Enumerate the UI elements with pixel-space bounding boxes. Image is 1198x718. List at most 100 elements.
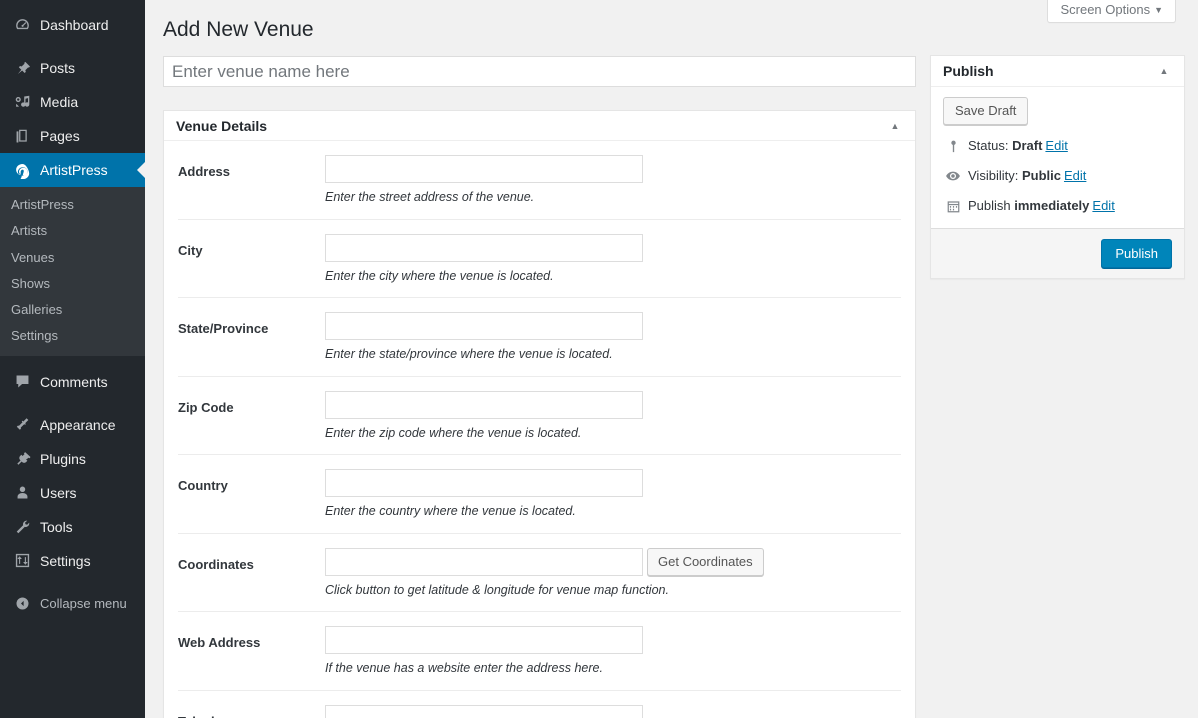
- publish-row-prefix-publish: Publish: [968, 198, 1015, 214]
- pin-icon: [10, 58, 34, 78]
- screen-options-button[interactable]: Screen Options ▼: [1047, 0, 1176, 23]
- field-row-address: Address Enter the street address of the v…: [178, 141, 901, 220]
- dashboard-icon: [10, 15, 34, 35]
- sidebar-item-label: Media: [40, 94, 79, 110]
- collapse-toggle-icon[interactable]: ▲: [1154, 64, 1174, 78]
- field-row-web-address: Web Address If the venue has a website en…: [178, 612, 901, 691]
- sidebar-item-plugins[interactable]: Plugins: [0, 442, 145, 476]
- sidebar-item-tools[interactable]: Tools: [0, 510, 145, 544]
- appearance-icon: [10, 415, 34, 435]
- sidebar-item-label: Users: [40, 484, 77, 501]
- publish-row-edit-visibility[interactable]: Edit: [1064, 168, 1086, 183]
- sidebar-item-appearance[interactable]: Appearance: [0, 408, 145, 442]
- zip-code-input[interactable]: [325, 390, 643, 419]
- main-content-area: Screen Options▼ Add New Venue Venue Deta…: [145, 0, 1198, 718]
- publish-row-publish: Publish immediately Edit: [943, 197, 1172, 215]
- sidebar-item-label: Tools: [40, 518, 73, 535]
- field-description-country: Enter the country where the venue is loc…: [325, 504, 576, 518]
- sidebar-item-label: Pages: [40, 128, 80, 144]
- publish-row-prefix-status: Status:: [968, 138, 1013, 153]
- sidebar-item-artistpress[interactable]: ArtistPress: [0, 153, 145, 187]
- sidebar-item-label: Plugins: [40, 450, 86, 467]
- field-row-city: City Enter the city where the venue is lo…: [178, 220, 901, 298]
- chevron-down-icon: ▼: [1154, 5, 1163, 15]
- field-control-web-address: If the venue has a website enter the add…: [325, 626, 901, 678]
- web-address-input[interactable]: [325, 626, 643, 654]
- collapse-toggle-icon[interactable]: ▲: [885, 119, 905, 133]
- publish-row-edit-status[interactable]: Edit: [1045, 138, 1067, 153]
- field-description-city: Enter the city where the venue is locate…: [325, 268, 554, 283]
- venue-details-title: Venue Details: [176, 117, 268, 134]
- artistpress-icon: [10, 160, 34, 180]
- field-control-country: Enter the country where the venue is loc…: [325, 469, 901, 521]
- publish-row-text-status: Status: Draft Edit: [968, 137, 1068, 155]
- field-row-coordinates: Coordinates Get Coordinates Click button t…: [178, 534, 901, 612]
- sidebar-menu: Dashboard Posts Media Pages ArtistPress Artis…: [0, 0, 145, 621]
- publish-actions: Publish: [931, 227, 1184, 278]
- field-control-city: Enter the city where the venue is locate…: [325, 233, 901, 286]
- sidebar-item-media[interactable]: Media: [0, 85, 145, 119]
- address-input[interactable]: [325, 155, 643, 183]
- sidebar-item-users[interactable]: Users: [0, 476, 145, 510]
- sidebar-item-label: Dashboard: [40, 17, 109, 33]
- field-control-zip-code: Enter the zip code where the venue is lo…: [325, 390, 901, 443]
- sidebar-item-dashboard[interactable]: Dashboard: [0, 8, 145, 42]
- sidebar-item-label: Appearance: [40, 416, 116, 433]
- venue-details-header: Venue Details ▲: [164, 111, 915, 141]
- sidebar-separator: [0, 356, 145, 365]
- sidebar-item-label: ArtistPress: [40, 162, 108, 178]
- field-label-coordinates: Coordinates: [178, 556, 254, 572]
- publish-row-edit-publish[interactable]: Edit: [1092, 198, 1114, 213]
- state-province-input[interactable]: [325, 312, 643, 340]
- venue-name-input[interactable]: [163, 56, 916, 87]
- publish-row-visibility: Visibility: Public Edit: [943, 167, 1172, 185]
- sidebar-submenu-item-artists[interactable]: Artists: [0, 218, 145, 244]
- save-draft-button[interactable]: Save Draft: [943, 97, 1029, 125]
- sidebar-item-settings[interactable]: Settings: [0, 544, 145, 578]
- comments-icon: [10, 372, 34, 392]
- field-control-telephone: If the venue has a telephone number ente…: [325, 704, 901, 718]
- publish-button[interactable]: Publish: [1101, 238, 1172, 268]
- settings-icon: [10, 551, 34, 571]
- sidebar-separator: [0, 399, 145, 408]
- telephone-input[interactable]: [325, 704, 643, 718]
- screen-options-label: Screen Options: [1060, 2, 1151, 17]
- get-coordinates-button[interactable]: Get Coordinates: [647, 547, 764, 576]
- field-description-state-province: Enter the state/province where the venue…: [325, 347, 613, 361]
- sidebar-submenu-item-venues[interactable]: Venues: [0, 245, 145, 271]
- field-label-state-province: State/Province: [178, 321, 269, 336]
- sidebar-submenu-item-settings[interactable]: Settings: [0, 323, 145, 349]
- wordpress-admin-screen: Dashboard Posts Media Pages ArtistPress Artis…: [0, 0, 1198, 718]
- field-label-address: Address: [178, 164, 231, 179]
- page-title: Add New Venue: [163, 18, 314, 41]
- field-description-address: Enter the street address of the venue.: [325, 190, 535, 204]
- plugins-icon: [10, 449, 34, 469]
- sidebar-item-comments[interactable]: Comments: [0, 365, 145, 399]
- sidebar-submenu-item-galleries[interactable]: Galleries: [0, 297, 145, 323]
- sidebar-submenu-item-shows[interactable]: Shows: [0, 271, 145, 297]
- users-icon: [10, 483, 34, 503]
- sidebar-item-pages[interactable]: Pages: [0, 119, 145, 153]
- pages-icon: [10, 126, 34, 146]
- venue-details-panel: Venue Details ▲ Address Enter the street …: [163, 110, 916, 718]
- coordinates-input[interactable]: [325, 547, 643, 576]
- sidebar-item-posts[interactable]: Posts: [0, 51, 145, 85]
- sidebar-submenu-item-artistpress[interactable]: ArtistPress: [0, 192, 145, 218]
- publish-row-text-publish: Publish immediately Edit: [968, 197, 1115, 215]
- field-control-address: Enter the street address of the venue.: [325, 155, 901, 207]
- post-status-icon: [943, 137, 963, 155]
- field-label-country: Country: [178, 478, 228, 493]
- publish-row-value-publish: immediately: [1014, 198, 1090, 214]
- field-row-country: Country Enter the country where the venue…: [178, 455, 901, 534]
- field-control-coordinates: Get Coordinates Click button to get latit…: [325, 547, 901, 600]
- screen-meta-links: Screen Options ▼: [1047, 0, 1176, 23]
- sidebar-collapse-menu[interactable]: Collapse menu: [0, 587, 145, 621]
- city-input[interactable]: [325, 233, 643, 262]
- country-input[interactable]: [325, 469, 643, 497]
- coordinates-control-group: Get Coordinates: [325, 547, 901, 576]
- publish-row-prefix-visibility: Visibility:: [968, 168, 1022, 184]
- field-control-state-province: Enter the state/province where the venue…: [325, 312, 901, 364]
- publish-body: Save Draft Status: Draft Edit Visibility: …: [931, 87, 1184, 228]
- sidebar-separator: [0, 578, 145, 587]
- field-description-coordinates: Click button to get latitude & longitude…: [325, 582, 669, 597]
